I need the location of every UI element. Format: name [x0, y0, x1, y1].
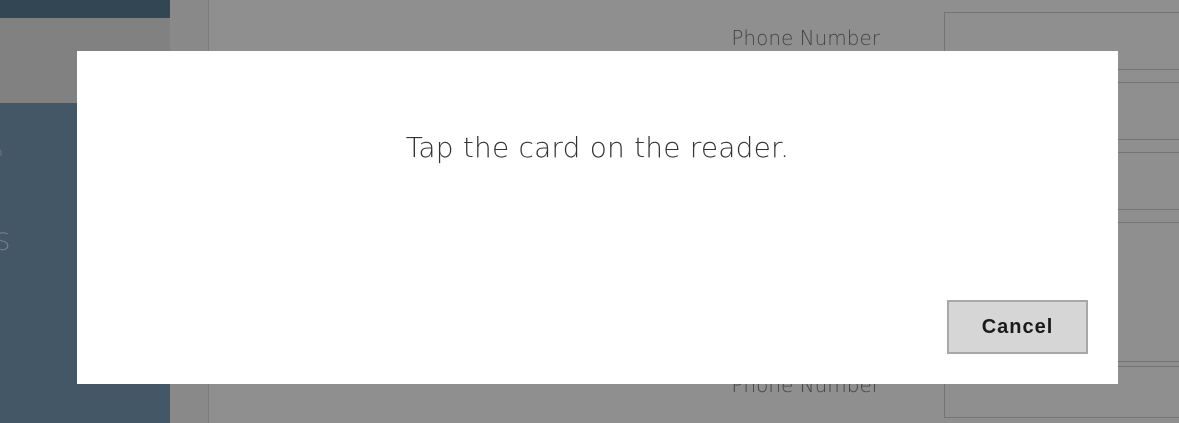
- dialog-message: Tap the card on the reader.: [405, 131, 790, 164]
- screen: o S Phone Number Phone Number Tap the ca…: [0, 0, 1179, 423]
- cancel-button[interactable]: Cancel: [947, 300, 1088, 354]
- card-read-dialog: Tap the card on the reader. Cancel: [77, 51, 1118, 384]
